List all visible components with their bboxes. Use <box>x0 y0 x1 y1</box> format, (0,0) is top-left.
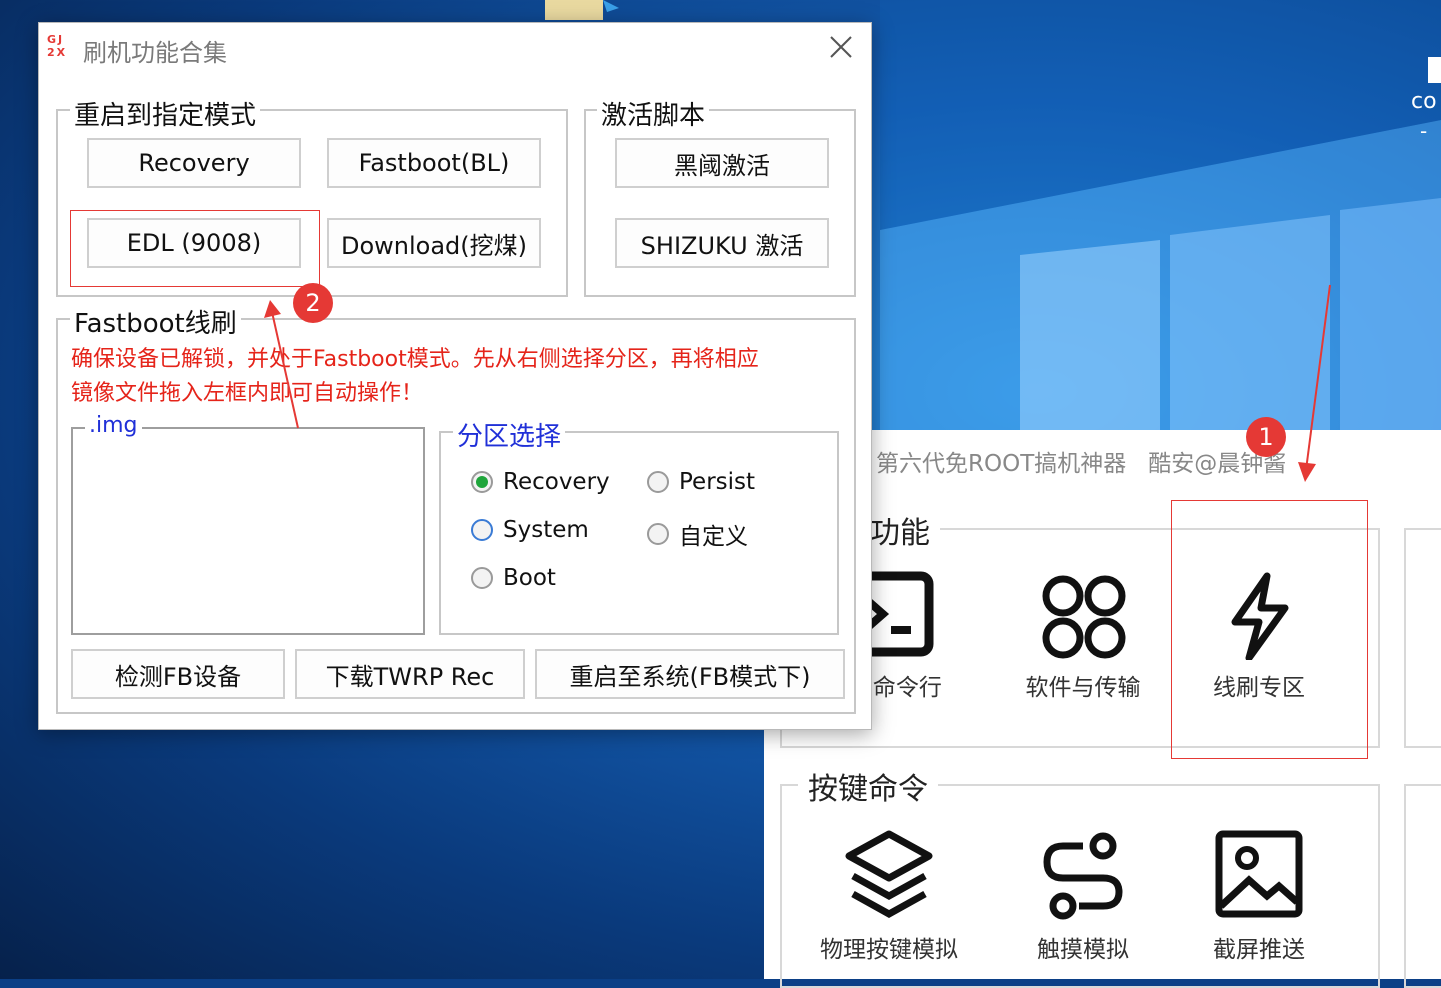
radio-label: Recovery <box>503 469 610 495</box>
tile-label: 触摸模拟 <box>1037 937 1129 963</box>
reboot-system-button[interactable]: 重启至系统(FB模式下) <box>535 649 845 699</box>
image-drop-zone[interactable] <box>71 427 425 635</box>
radio-unchecked-icon <box>647 523 669 545</box>
side-group-2 <box>1404 784 1441 988</box>
annotation-badge-1: 1 <box>1246 417 1286 457</box>
radio-boot[interactable]: Boot <box>471 565 556 591</box>
route-icon <box>1043 832 1123 920</box>
radio-label: 自定义 <box>679 524 748 550</box>
radio-custom[interactable]: 自定义 <box>647 517 748 551</box>
fastboot-flash-label: Fastboot线刷 <box>70 303 241 340</box>
layers-icon <box>845 830 933 919</box>
key-commands-group-label: 按键命令 <box>798 764 938 808</box>
background-app-title: 第六代免ROOT搞机神器 酷安@晨钟酱 <box>876 444 1286 478</box>
fastboot-warning-text: 确保设备已解锁，并处于Fastboot模式。先从右侧选择分区，再将相应 镜像文件… <box>71 343 841 411</box>
reboot-recovery-button[interactable]: Recovery <box>87 138 301 188</box>
shortcut-label: co <box>1411 89 1437 114</box>
radio-checked-icon <box>471 471 493 493</box>
tile-screenshot-push[interactable]: 截屏推送 <box>1174 826 1344 964</box>
activate-scripts-label: 激活脚本 <box>597 95 710 132</box>
reboot-download-button[interactable]: Download(挖煤) <box>327 218 541 268</box>
radio-unchecked-icon <box>471 519 493 541</box>
radio-label: Persist <box>679 469 756 495</box>
activate-shizuku-button[interactable]: SHIZUKU 激活 <box>615 218 829 268</box>
tile-label: 软件与传输 <box>1025 675 1141 701</box>
desktop-icon-partial[interactable] <box>545 0 619 20</box>
image-drop-label: .img <box>85 413 142 438</box>
download-twrp-button[interactable]: 下载TWRP Rec <box>295 649 525 699</box>
side-group <box>1404 528 1441 748</box>
tile-touch-sim[interactable]: 触摸模拟 <box>998 826 1168 964</box>
close-icon[interactable] <box>825 31 857 63</box>
app-logo-icon: GJ 2X <box>47 33 68 59</box>
radio-persist[interactable]: Persist <box>647 469 755 495</box>
tile-label: 截屏推送 <box>1213 937 1305 963</box>
tile-physical-keys[interactable]: 物理按键模拟 <box>804 826 974 964</box>
radio-system[interactable]: System <box>471 517 589 543</box>
dialog-title: 刷机功能合集 <box>83 39 227 67</box>
image-icon <box>1215 830 1303 918</box>
activate-blackgate-button[interactable]: 黑阈激活 <box>615 138 829 188</box>
annotation-badge-2: 2 <box>293 283 333 323</box>
annotation-highlight-2 <box>70 210 320 287</box>
warning-line-2: 镜像文件拖入左框内即可自动操作！ <box>71 381 424 406</box>
reboot-mode-label: 重启到指定模式 <box>70 95 261 132</box>
flash-tools-dialog: GJ 2X 刷机功能合集 重启到指定模式 Recovery Fastboot(B… <box>38 22 872 730</box>
radio-unchecked-icon <box>471 567 493 589</box>
desktop-shortcut-partial[interactable]: co - <box>1408 55 1441 150</box>
tile-label: 物理按键模拟 <box>820 937 958 963</box>
dialog-titlebar[interactable]: GJ 2X 刷机功能合集 <box>39 23 871 73</box>
reboot-fastboot-button[interactable]: Fastboot(BL) <box>327 138 541 188</box>
shortcut-icon <box>1428 57 1441 83</box>
warning-line-1: 确保设备已解锁，并处于Fastboot模式。先从右侧选择分区，再将相应 <box>71 347 759 372</box>
functions-group-label: 功能 <box>860 508 940 552</box>
app-name: 第六代免ROOT搞机神器 <box>876 451 1127 477</box>
partition-select-label: 分区选择 <box>453 416 566 453</box>
radio-label: System <box>503 517 589 543</box>
tile-apps-transfer[interactable]: 软件与传输 <box>998 570 1168 702</box>
shortcut-label-2: - <box>1420 119 1428 143</box>
radio-recovery[interactable]: Recovery <box>471 469 610 495</box>
grid-circles-icon <box>1042 575 1126 659</box>
radio-label: Boot <box>503 565 556 591</box>
detect-fb-device-button[interactable]: 检测FB设备 <box>71 649 285 699</box>
radio-unchecked-icon <box>647 471 669 493</box>
annotation-highlight-1 <box>1171 500 1368 759</box>
